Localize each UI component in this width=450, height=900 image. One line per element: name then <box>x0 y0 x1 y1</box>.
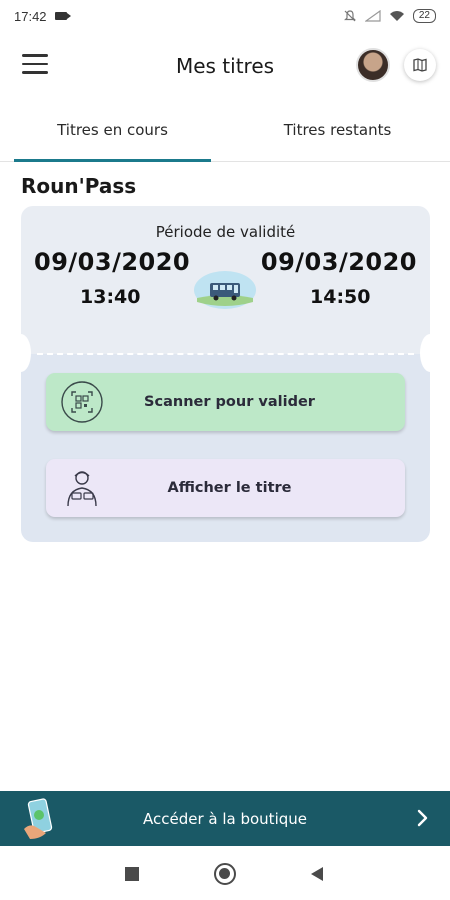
app-bar: Mes titres <box>0 32 450 100</box>
guide-button[interactable] <box>404 49 436 81</box>
pass-name: Roun'Pass <box>21 174 137 198</box>
avatar[interactable] <box>356 48 390 82</box>
show-ticket-button[interactable]: Afficher le titre <box>46 459 405 517</box>
status-bar: 17:42 22 <box>0 0 450 32</box>
inspector-icon <box>67 471 97 507</box>
tab-current-titles[interactable]: Titres en cours <box>0 100 225 162</box>
system-nav-bar <box>0 846 450 900</box>
start-date: 09/03/2020 <box>34 248 191 276</box>
validity-label: Période de validité <box>155 223 296 241</box>
scan-to-validate-button[interactable]: Scanner pour valider <box>46 373 405 431</box>
chevron-right-icon <box>417 809 428 827</box>
shop-label: Accéder à la boutique <box>142 809 307 828</box>
qr-scan-icon <box>61 381 103 423</box>
tab-bar: Titres en cours Titres restants <box>0 100 450 162</box>
tab-remaining-titles[interactable]: Titres restants <box>225 100 450 161</box>
home-button[interactable] <box>214 863 236 885</box>
phone-shop-icon <box>24 798 53 839</box>
end-date: 09/03/2020 <box>260 248 417 276</box>
end-time: 14:50 <box>310 286 371 308</box>
battery-indicator: 22 <box>412 9 436 23</box>
ticket-separator <box>37 353 414 355</box>
signal-icon <box>364 10 381 22</box>
bus-icon <box>194 271 256 309</box>
start-time: 13:40 <box>80 286 141 308</box>
recent-apps-button[interactable] <box>125 867 139 881</box>
shop-banner-button[interactable]: Accéder à la boutique <box>0 791 450 846</box>
status-icons: 22 <box>343 9 436 23</box>
wifi-icon <box>389 11 404 21</box>
back-button[interactable] <box>311 867 323 881</box>
ticket-header: Période de validité 09/03/2020 09/03/202… <box>21 206 430 354</box>
mute-icon <box>343 10 356 22</box>
video-camera-icon <box>54 12 71 20</box>
ticket-card: Période de validité 09/03/2020 09/03/202… <box>11 206 440 542</box>
status-time: 17:42 <box>14 8 47 24</box>
book-map-icon <box>413 58 427 72</box>
